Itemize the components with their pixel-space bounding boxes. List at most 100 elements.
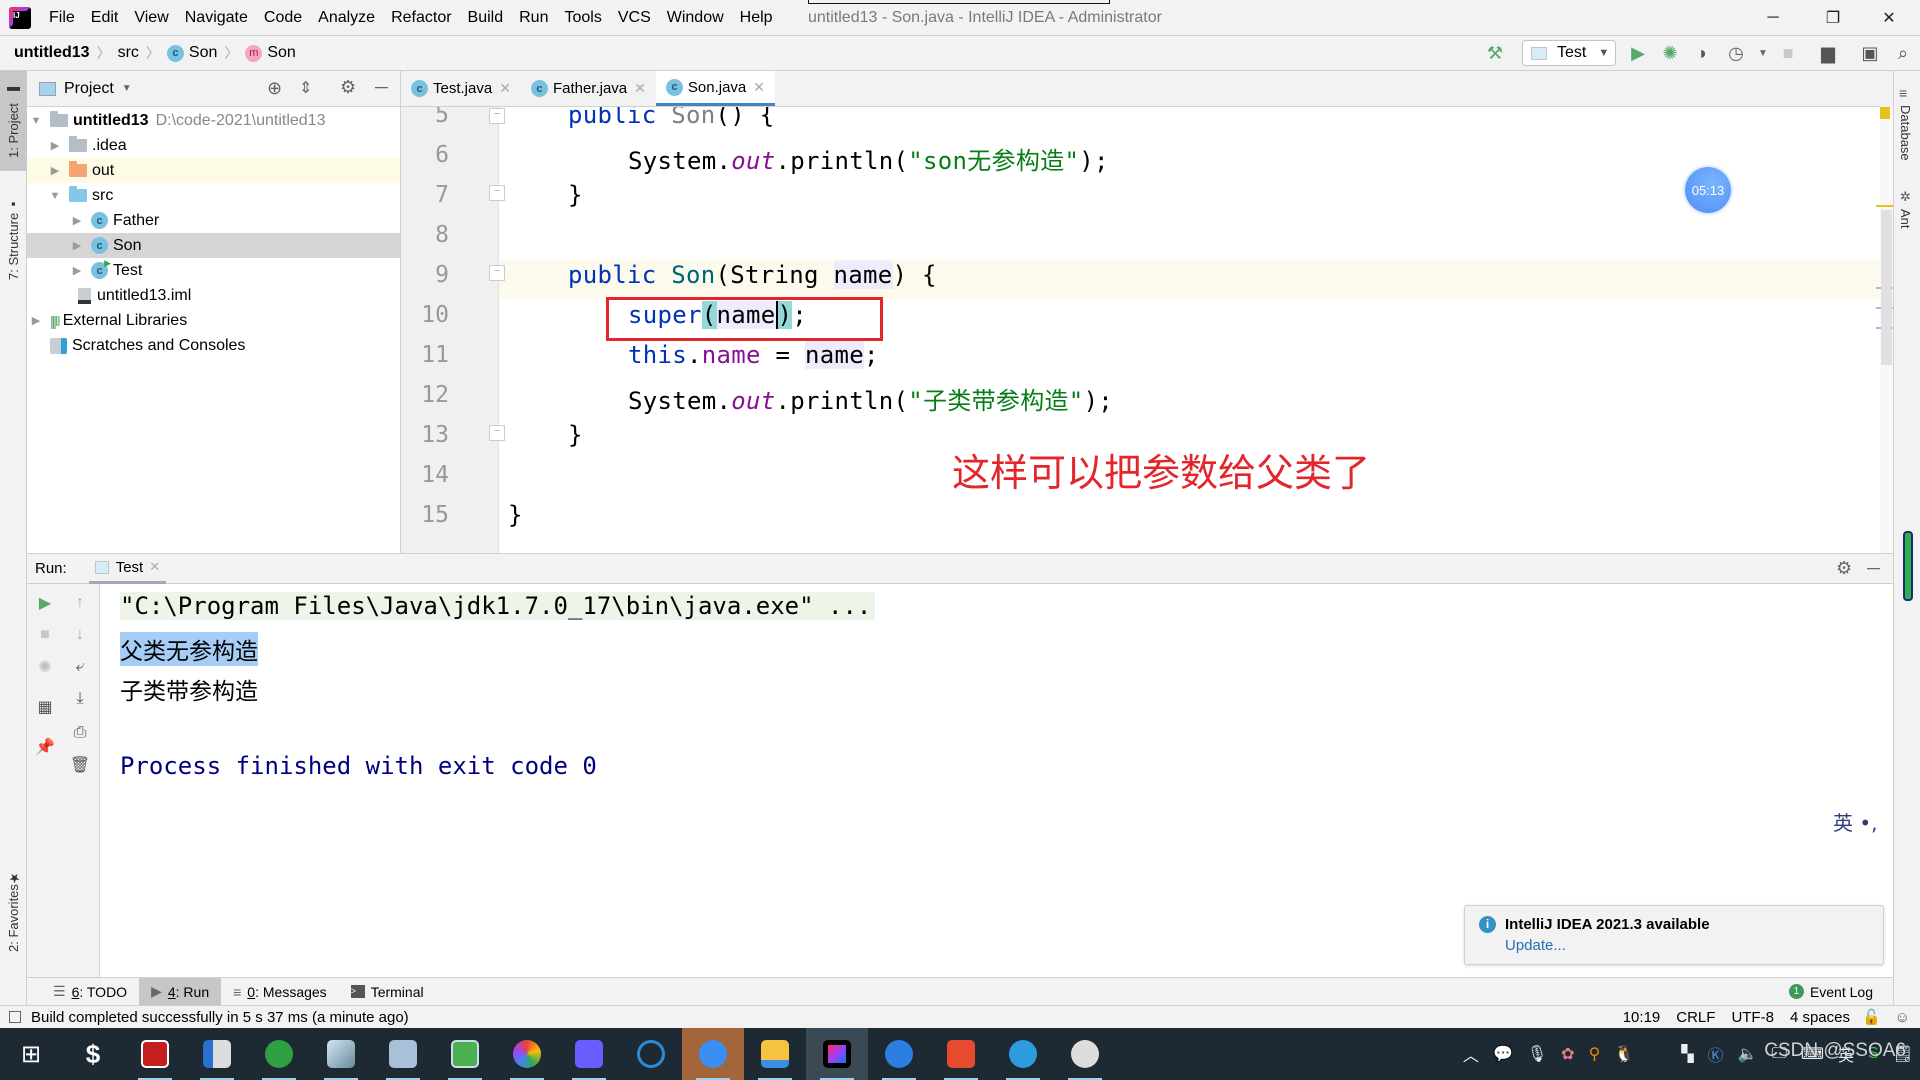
taskbar-app[interactable] <box>868 1028 930 1080</box>
restore-button[interactable]: ❐ <box>1810 0 1856 35</box>
fold-marker-icon[interactable]: − <box>489 185 505 201</box>
close-tab-icon[interactable]: ✕ <box>499 80 511 97</box>
down-arrow-icon[interactable]: ↓ <box>65 620 95 650</box>
up-arrow-icon[interactable]: ↑ <box>65 588 95 618</box>
taskbar-app[interactable] <box>186 1028 248 1080</box>
stop-icon[interactable]: ■ <box>30 620 60 650</box>
search-icon[interactable]: ⌕ <box>1890 40 1916 66</box>
ime-indicator[interactable]: 英 •, <box>1833 807 1878 836</box>
tab-test-java[interactable]: c Test.java ✕ <box>401 71 521 106</box>
taskbar-app[interactable] <box>496 1028 558 1080</box>
expand-arrow-icon[interactable]: ▼ <box>30 115 42 127</box>
menu-edit[interactable]: Edit <box>83 9 127 27</box>
taskbar-app[interactable] <box>620 1028 682 1080</box>
minimize-button[interactable]: ─ <box>1750 0 1796 35</box>
toggle-tool-windows-icon[interactable] <box>9 1011 21 1023</box>
tab-project[interactable]: 1: Project ▬ <box>0 71 27 171</box>
chevron-down-icon[interactable]: ▼ <box>1750 40 1776 66</box>
menu-vcs[interactable]: VCS <box>610 9 659 27</box>
tab-run[interactable]: ▶ 4: Run <box>139 977 222 1006</box>
tab-database[interactable]: Database <box>1898 105 1913 161</box>
debug-disabled-icon[interactable]: ✺ <box>30 652 60 682</box>
chat-tray-icon[interactable]: 💬 <box>1493 1044 1513 1064</box>
expand-arrow-icon[interactable]: ▼ <box>49 190 61 202</box>
volume-icon[interactable]: 🔈 <box>1738 1044 1758 1064</box>
taskbar-app[interactable] <box>744 1028 806 1080</box>
menu-build[interactable]: Build <box>460 9 512 27</box>
taskbar-app[interactable] <box>1054 1028 1116 1080</box>
bookmark-tray-icon[interactable]: ▚ <box>1681 1044 1693 1064</box>
run-icon[interactable]: ▶ <box>1625 40 1651 66</box>
microphone-icon[interactable]: 🎙 <box>1527 1044 1547 1064</box>
menu-code[interactable]: Code <box>256 9 310 27</box>
soft-wrap-icon[interactable]: ⤶ <box>65 652 95 682</box>
run-anything-icon[interactable]: ▣ <box>1857 40 1883 66</box>
taskbar-app[interactable] <box>992 1028 1054 1080</box>
trash-icon[interactable]: 🗑 <box>65 750 95 780</box>
tab-todo[interactable]: ☰ 6: TODO <box>41 978 139 1006</box>
stop-icon[interactable]: ■ <box>1775 40 1801 66</box>
debug-icon[interactable]: ✺ <box>1657 40 1683 66</box>
fold-marker-icon[interactable]: − <box>489 425 505 441</box>
fold-marker-icon[interactable]: − <box>489 265 505 281</box>
hide-icon[interactable]: ─ <box>375 77 388 98</box>
tab-terminal[interactable]: > Terminal <box>339 978 436 1006</box>
locate-icon[interactable]: ⊕ <box>267 78 282 99</box>
taskbar-app[interactable] <box>434 1028 496 1080</box>
layout-icon[interactable]: ▦ <box>30 692 60 722</box>
expand-arrow-icon[interactable]: ▶ <box>71 214 83 227</box>
menu-analyze[interactable]: Analyze <box>310 9 383 27</box>
tab-favorites[interactable]: 2: Favorites ★ <box>0 861 27 961</box>
menu-refactor[interactable]: Refactor <box>383 9 459 27</box>
expand-arrow-icon[interactable]: ▶ <box>49 139 61 152</box>
tree-item-module[interactable]: ▼ untitled13 D:\code-2021\untitled13 <box>27 108 400 133</box>
update-link[interactable]: Update... <box>1505 937 1566 954</box>
event-log-button[interactable]: 1 Event Log <box>1777 978 1885 1006</box>
tree-item-son[interactable]: ▶ c Son <box>27 233 400 258</box>
menu-run[interactable]: Run <box>511 9 556 27</box>
update-notification[interactable]: i IntelliJ IDEA 2021.3 available Update.… <box>1464 905 1884 965</box>
start-button[interactable]: ⊞ <box>0 1028 62 1080</box>
tree-item-iml[interactable]: untitled13.iml <box>27 283 400 308</box>
run-configuration-select[interactable]: Test ▼ <box>1522 40 1616 66</box>
menu-navigate[interactable]: Navigate <box>177 9 256 27</box>
taskbar-app[interactable] <box>310 1028 372 1080</box>
print-icon[interactable]: ⎙ <box>65 718 95 748</box>
collapse-all-icon[interactable]: ⇕ <box>299 78 312 98</box>
inspector-icon[interactable]: ☺ <box>1895 1009 1910 1026</box>
breadcrumb-folder[interactable]: src <box>118 44 139 62</box>
tree-item-src[interactable]: ▼ src <box>27 183 400 208</box>
breadcrumb-class[interactable]: c Son <box>166 44 217 62</box>
taskbar-app[interactable] <box>558 1028 620 1080</box>
tree-item-external-libraries[interactable]: ▶ |||‖ External Libraries <box>27 308 400 333</box>
tab-son-java[interactable]: c Son.java ✕ <box>655 71 775 106</box>
project-structure-icon[interactable]: ▆ <box>1815 40 1841 66</box>
scroll-indicator[interactable] <box>1903 531 1913 601</box>
taskbar-app-feishu[interactable] <box>682 1028 744 1080</box>
taskbar-app[interactable] <box>124 1028 186 1080</box>
indent-settings[interactable]: 4 spaces <box>1790 1009 1850 1026</box>
breadcrumb-method[interactable]: m Son <box>245 44 296 62</box>
qq-icon[interactable]: 🐧 <box>1614 1044 1634 1064</box>
gear-icon[interactable]: ⚙ <box>340 77 356 98</box>
tree-item-father[interactable]: ▶ c Father <box>27 208 400 233</box>
expand-arrow-icon[interactable]: ▶ <box>49 164 61 177</box>
taskbar-app-intellij[interactable] <box>806 1028 868 1080</box>
expand-arrow-icon[interactable]: ▶ <box>71 239 83 252</box>
gear-icon[interactable]: ⚙ <box>1836 558 1852 579</box>
lock-icon[interactable]: 🔓 <box>1862 1008 1881 1026</box>
recording-timer-badge[interactable]: 05:13 <box>1685 167 1731 213</box>
taskbar-app[interactable] <box>930 1028 992 1080</box>
file-encoding[interactable]: UTF-8 <box>1731 1009 1774 1026</box>
tree-item-scratches[interactable]: Scratches and Consoles <box>27 333 400 358</box>
close-window-button[interactable]: ✕ <box>1866 0 1912 35</box>
line-separator[interactable]: CRLF <box>1676 1009 1715 1026</box>
rerun-icon[interactable]: ▶ <box>30 588 60 618</box>
pin-icon[interactable]: 📌 <box>30 732 60 762</box>
search-tray-icon[interactable]: ⚲ <box>1589 1044 1601 1064</box>
expand-arrow-icon[interactable]: ▶ <box>71 264 83 277</box>
build-hammer-icon[interactable]: ⚒ <box>1482 40 1508 66</box>
menu-view[interactable]: View <box>126 9 176 27</box>
fold-marker-icon[interactable]: − <box>489 108 505 124</box>
tab-father-java[interactable]: c Father.java ✕ <box>521 71 656 106</box>
